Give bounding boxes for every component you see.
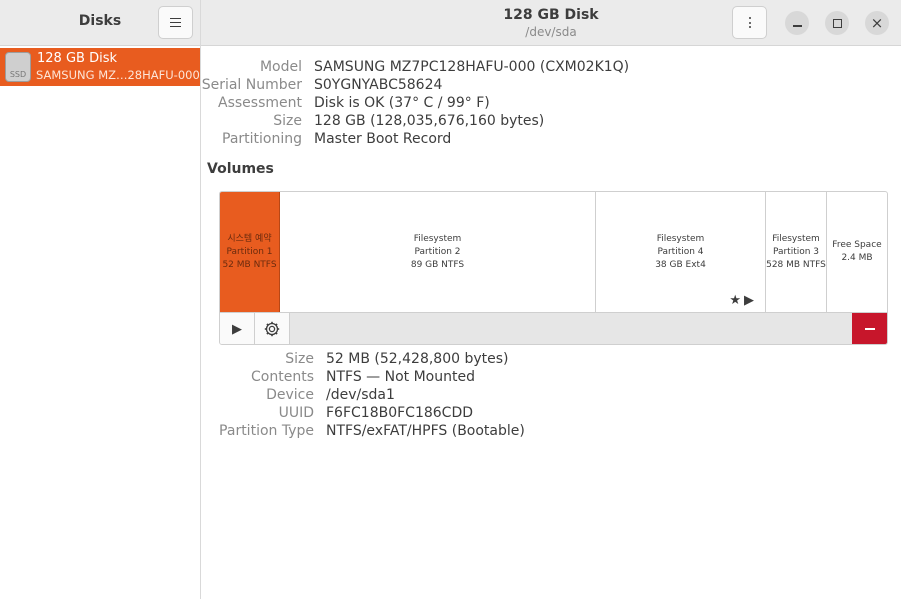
partitioning-value: Master Boot Record: [314, 131, 452, 147]
device-label: Device: [266, 387, 314, 403]
volume-partition-4[interactable]: Filesystem Partition 4 38 GB Ext4 ★▶: [596, 192, 766, 312]
delete-partition-button[interactable]: [852, 313, 887, 344]
partition-size-value: 52 MB (52,428,800 bytes): [326, 351, 509, 367]
sidebar-header: Disks: [0, 0, 200, 46]
partition-type-value: NTFS/exFAT/HPFS (Bootable): [326, 423, 525, 439]
volume-details: 38 GB Ext4: [655, 259, 706, 270]
close-icon: ×: [870, 13, 884, 32]
kebab-menu-icon: [748, 17, 751, 28]
volume-label: Free Space: [832, 240, 882, 250]
partition-options-button[interactable]: [255, 313, 290, 344]
volume-partition: Partition 2: [414, 246, 461, 257]
volume-toolbar: ▶: [220, 312, 887, 344]
serial-value: S0YGNYABC58624: [314, 77, 443, 93]
maximize-icon: [832, 18, 842, 28]
uuid-value: F6FC18B0FC186CDD: [326, 405, 473, 421]
volumes-row: 시스템 예약 Partition 1 52 MB NTFS Filesystem…: [220, 192, 887, 312]
play-icon: ▶: [232, 321, 242, 337]
disk-item-name: 128 GB Disk: [37, 51, 117, 66]
volume-details: 89 GB NTFS: [410, 259, 465, 270]
main-menu-button[interactable]: [158, 6, 193, 39]
disks-window: Disks SSD 128 GB Disk SAMSUNG MZ…28HAFU-…: [0, 0, 901, 599]
volume-status-icons: ★▶: [729, 294, 757, 307]
uuid-label: UUID: [278, 405, 314, 421]
minus-icon: [864, 328, 875, 330]
sidebar: Disks SSD 128 GB Disk SAMSUNG MZ…28HAFU-…: [0, 0, 201, 599]
volume-label: 시스템 예약: [227, 233, 272, 244]
volume-size: 2.4 MB: [841, 253, 873, 263]
mount-button[interactable]: ▶: [220, 313, 255, 344]
assessment-value: Disk is OK (37° C / 99° F): [314, 95, 490, 111]
device-value: /dev/sda1: [326, 387, 395, 403]
volume-label: Filesystem: [413, 233, 462, 244]
volume-label: Filesystem: [656, 233, 705, 244]
volume-free-space[interactable]: Free Space 2.4 MB: [827, 192, 887, 312]
disk-menu-button[interactable]: [732, 6, 767, 39]
volumes-heading: Volumes: [207, 161, 274, 177]
model-label: Model: [259, 59, 302, 75]
volume-partition-3[interactable]: Filesystem Partition 3 528 MB NTFS: [766, 192, 827, 312]
contents-label: Contents: [251, 369, 314, 385]
volumes-map: 시스템 예약 Partition 1 52 MB NTFS Filesystem…: [219, 191, 888, 345]
volume-partition: Partition 4: [657, 246, 704, 257]
volume-partition: Partition 1: [226, 246, 273, 257]
minimize-icon: [792, 25, 802, 27]
size-value: 128 GB (128,035,676,160 bytes): [314, 113, 545, 129]
sidebar-item-disk[interactable]: SSD 128 GB Disk SAMSUNG MZ…28HAFU-000: [0, 48, 200, 86]
header-bar: 128 GB Disk /dev/sda ×: [201, 0, 901, 46]
model-value: SAMSUNG MZ7PC128HAFU-000 (CXM02K1Q): [314, 59, 630, 75]
volume-label: Filesystem: [772, 233, 820, 244]
gear-icon: [264, 321, 280, 337]
partitioning-label: Partitioning: [222, 131, 302, 147]
volume-partition-1[interactable]: 시스템 예약 Partition 1 52 MB NTFS: [220, 192, 280, 312]
serial-label: Serial Number: [201, 77, 302, 93]
partition-size-label: Size: [285, 351, 314, 367]
partition-type-label: Partition Type: [219, 423, 314, 439]
volume-partition-2[interactable]: Filesystem Partition 2 89 GB NTFS: [280, 192, 596, 312]
play-icon: ▶: [744, 293, 757, 308]
assessment-label: Assessment: [218, 95, 302, 111]
contents-value: NTFS — Not Mounted: [326, 369, 475, 385]
star-icon: ★: [729, 293, 744, 308]
volume-details: 52 MB NTFS: [222, 259, 277, 270]
volume-details: 528 MB NTFS: [766, 259, 826, 270]
ssd-icon: SSD: [5, 52, 31, 82]
disk-item-model: SAMSUNG MZ…28HAFU-000: [36, 68, 200, 82]
close-button[interactable]: ×: [865, 11, 889, 35]
hamburger-menu-icon: [170, 18, 181, 27]
maximize-button[interactable]: [825, 11, 849, 35]
minimize-button[interactable]: [785, 11, 809, 35]
volume-partition: Partition 3: [772, 246, 820, 257]
size-label: Size: [273, 113, 302, 129]
